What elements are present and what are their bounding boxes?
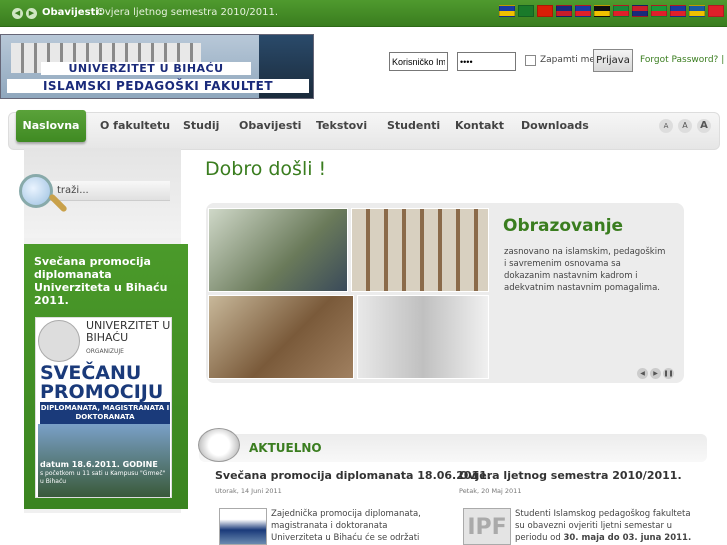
search-icon[interactable] xyxy=(19,174,53,208)
poster-headline: SVEČANU PROMOCIJU xyxy=(40,362,164,403)
forgot-password-link[interactable]: Forgot Password? | xyxy=(640,55,724,65)
font-small-button[interactable]: A xyxy=(659,119,673,133)
next-news-icon[interactable]: ▶ xyxy=(26,8,37,19)
page-title: Dobro došli ! xyxy=(205,158,327,180)
flag-italian-icon[interactable] xyxy=(613,5,629,17)
remember-checkbox[interactable] xyxy=(525,55,536,66)
poster-date: datum 18.6.2011. GODINE xyxy=(40,460,158,469)
flag-slovenian-icon[interactable] xyxy=(670,5,686,17)
article-date: Petak, 20 Maj 2011 xyxy=(459,487,522,495)
slide-pause-icon[interactable]: ❚❚ xyxy=(663,368,674,379)
flag-chinese-icon[interactable] xyxy=(537,5,553,17)
promo-poster[interactable]: UNIVERZITET U BIHAĆU ORGANIZUJE SVEČANU … xyxy=(35,317,172,498)
flag-german-icon[interactable] xyxy=(594,5,610,17)
flag-malay-icon[interactable] xyxy=(632,5,648,17)
article-thumbnail[interactable] xyxy=(219,508,267,545)
clock-icon xyxy=(198,428,240,462)
login-button[interactable]: Prijava xyxy=(593,49,633,72)
news-label: Obavijesti: xyxy=(42,7,103,18)
flag-turkish-icon[interactable] xyxy=(708,5,724,17)
font-medium-button[interactable]: A xyxy=(678,119,692,133)
top-news-bar: ◀ ▶ Obavijesti: Ovjera ljetnog semestra … xyxy=(0,0,727,27)
poster-org: ORGANIZUJE xyxy=(86,348,124,355)
flag-english-icon[interactable] xyxy=(556,5,572,17)
nav-studenti[interactable]: Studenti xyxy=(387,119,440,132)
banner-university: UNIVERZITET U BIHAĆU xyxy=(41,62,251,75)
poster-subline: DIPLOMANATA, MAGISTRANATA I DOKTORANATA xyxy=(40,402,170,424)
news-ticker-item[interactable]: Ovjera ljetnog semestra 2010/2011. xyxy=(97,7,278,18)
poster-university: UNIVERZITET U BIHAĆU xyxy=(86,319,171,344)
flag-swedish-icon[interactable] xyxy=(689,5,705,17)
aktuelno-heading: AKTUELNO xyxy=(249,441,322,455)
flag-bosnian-icon[interactable] xyxy=(499,5,515,17)
font-large-button[interactable]: A xyxy=(697,119,711,133)
password-input[interactable] xyxy=(457,52,516,71)
university-seal-icon xyxy=(38,320,80,362)
poster-place: s početkom u 11 sati u Kampusu "Grmeč" u… xyxy=(40,470,166,485)
prev-news-icon[interactable]: ◀ xyxy=(12,8,23,19)
nav-o-fakultetu[interactable]: O fakultetu xyxy=(100,119,170,132)
slide-next-icon[interactable]: ▶ xyxy=(650,368,661,379)
nav-studij[interactable]: Studij xyxy=(183,119,219,132)
flag-persian-icon[interactable] xyxy=(651,5,667,17)
banner-faculty: ISLAMSKI PEDAGOŠKI FAKULTET xyxy=(7,79,309,93)
language-flags xyxy=(499,5,727,19)
nav-tekstovi[interactable]: Tekstovi xyxy=(316,119,367,132)
username-input[interactable] xyxy=(389,52,448,71)
promo-title[interactable]: Svečana promocija diplomanata Univerzite… xyxy=(34,255,180,307)
slide-photo-students xyxy=(208,295,354,379)
slide-text: zasnovano na islamskim, pedagoškim i sav… xyxy=(504,247,666,293)
nav-obavijesti[interactable]: Obavijesti xyxy=(239,119,301,132)
slide-prev-icon[interactable]: ◀ xyxy=(637,368,648,379)
article-excerpt: Studenti Islamskog pedagoškog fakulteta … xyxy=(515,509,692,543)
search-input[interactable]: traži... xyxy=(49,181,170,201)
flag-french-icon[interactable] xyxy=(575,5,591,17)
remember-label: Zapamti me xyxy=(540,55,595,65)
flag-arabic-icon[interactable] xyxy=(518,5,534,17)
nav-downloads[interactable]: Downloads xyxy=(521,119,589,132)
article-title[interactable]: Svečana promocija diplomanata 18.06.2011… xyxy=(215,469,491,482)
site-logo-banner[interactable]: UNIVERZITET U BIHAĆU ISLAMSKI PEDAGOŠKI … xyxy=(0,34,314,99)
article-title[interactable]: Ovjera ljetnog semestra 2010/2011. xyxy=(459,469,682,482)
article-excerpt: Zajednička promocija diplomanata, magist… xyxy=(271,509,421,543)
slide-photo-hallway xyxy=(357,295,489,379)
nav-kontakt[interactable]: Kontakt xyxy=(455,119,504,132)
slide-photo-library xyxy=(351,208,489,292)
article-date: Utorak, 14 Juni 2011 xyxy=(215,487,282,495)
slide-photo-classroom xyxy=(208,208,348,292)
nav-naslovna[interactable]: Naslovna xyxy=(16,110,86,142)
article-thumbnail[interactable]: IPF xyxy=(463,508,511,545)
slide-title: Obrazovanje xyxy=(503,216,624,236)
